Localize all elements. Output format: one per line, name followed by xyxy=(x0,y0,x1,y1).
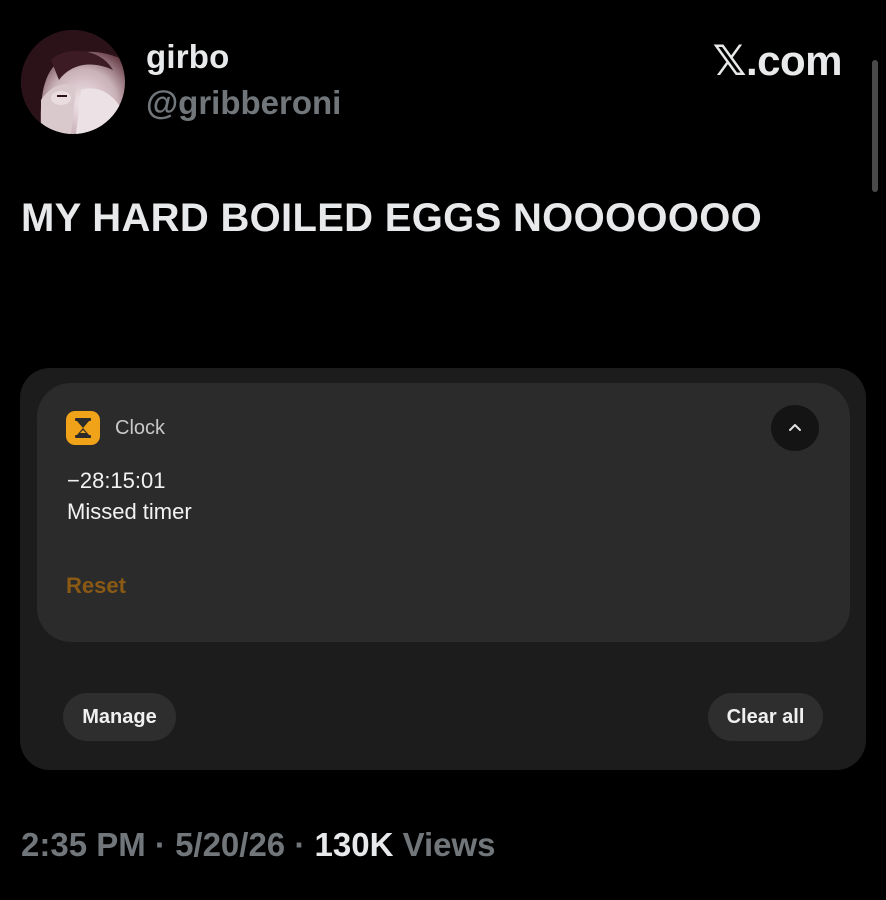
hourglass-icon xyxy=(66,411,100,445)
author-handle[interactable]: @gribberoni xyxy=(146,84,341,122)
collapse-button[interactable] xyxy=(771,405,819,451)
timer-status: Missed timer xyxy=(67,499,192,524)
chevron-up-icon xyxy=(789,424,801,431)
manage-button[interactable]: Manage xyxy=(63,693,176,741)
clear-all-button[interactable]: Clear all xyxy=(708,693,823,741)
author-display-name[interactable]: girbo xyxy=(146,38,229,76)
site-brand: 𝕏.com xyxy=(712,37,843,84)
tweet-meta: 2:35 PM · 5/20/26 · 130K Views xyxy=(21,826,496,864)
scrollbar[interactable] xyxy=(872,60,878,192)
views-label: Views xyxy=(402,826,496,863)
views-count: 130K xyxy=(314,826,394,863)
meta-separator: · xyxy=(154,826,166,863)
tweet-time[interactable]: 2:35 PM xyxy=(21,826,146,863)
tweet-date[interactable]: 5/20/26 xyxy=(175,826,285,863)
timer-value: −28:15:01 xyxy=(67,468,166,493)
avatar[interactable] xyxy=(21,30,125,134)
avatar-image xyxy=(21,30,125,134)
notification-app-name: Clock xyxy=(115,417,166,439)
reset-button[interactable]: Reset xyxy=(66,573,126,599)
tweet-text: MY HARD BOILED EGGS NOOOOOOO xyxy=(21,196,763,240)
meta-separator: · xyxy=(294,826,306,863)
